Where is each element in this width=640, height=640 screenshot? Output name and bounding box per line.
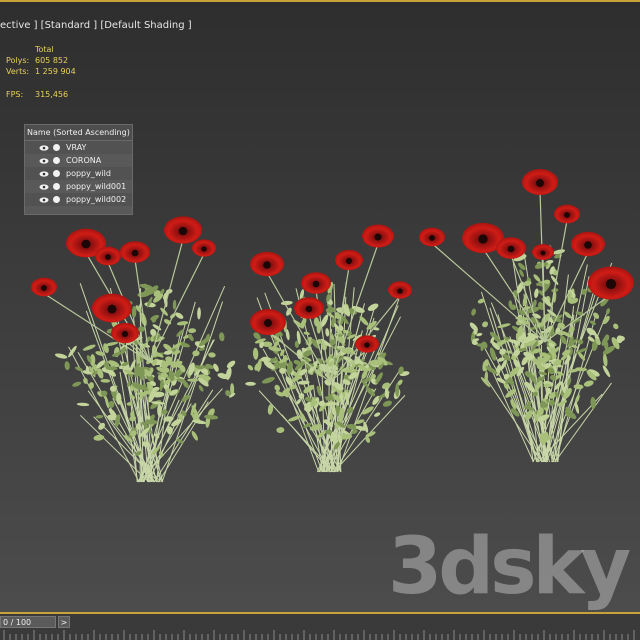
fps-label: FPS: xyxy=(6,90,24,99)
layer-item-label: CORONA xyxy=(66,156,102,165)
render-toggle-icon[interactable] xyxy=(53,157,60,164)
fps-value: 315,456 xyxy=(35,90,69,99)
layer-item[interactable]: CORONA xyxy=(25,154,132,167)
layer-item-label: VRAY xyxy=(66,143,87,152)
eye-icon[interactable] xyxy=(39,157,49,164)
time-slider-bar: 0 / 100 > xyxy=(0,612,640,640)
layer-item-label: poppy_wild002 xyxy=(66,195,127,204)
render-toggle-icon[interactable] xyxy=(53,144,60,151)
statistics-overlay: Total Polys: 605 852 Verts: 1 259 904 FPS:… xyxy=(6,44,76,100)
render-toggle-icon[interactable] xyxy=(53,183,60,190)
layer-item[interactable]: poppy_wild001 xyxy=(25,180,132,193)
next-frame-button[interactable]: > xyxy=(58,616,70,628)
render-toggle-icon[interactable] xyxy=(53,170,60,177)
poppy-bush-left xyxy=(54,283,236,483)
time-slider[interactable]: 0 / 100 xyxy=(0,616,56,628)
viewport[interactable]: ective ] [Standard ] [Default Shading ] … xyxy=(0,0,640,612)
eye-icon[interactable] xyxy=(39,170,49,177)
layer-explorer: Name (Sorted Ascending) VRAY CORONA poppy_… xyxy=(24,124,133,215)
layer-item-label: poppy_wild001 xyxy=(66,182,127,191)
stats-header: Total xyxy=(35,45,54,54)
eye-icon[interactable] xyxy=(39,196,49,203)
verts-value: 1 259 904 xyxy=(35,67,76,76)
layer-explorer-header[interactable]: Name (Sorted Ascending) xyxy=(25,125,132,141)
layer-item[interactable]: VRAY xyxy=(25,141,132,154)
viewport-label[interactable]: ective ] [Standard ] [Default Shading ] xyxy=(0,20,192,31)
watermark: 3dsky xyxy=(388,522,631,612)
verts-label: Verts: xyxy=(6,67,30,76)
timeline-ruler[interactable] xyxy=(0,630,640,640)
polys-value: 605 852 xyxy=(35,56,69,65)
layer-item[interactable]: poppy_wild002 xyxy=(25,193,132,206)
layer-item-label: poppy_wild xyxy=(66,169,111,178)
eye-icon[interactable] xyxy=(39,183,49,190)
eye-icon[interactable] xyxy=(39,144,49,151)
render-toggle-icon[interactable] xyxy=(53,196,60,203)
polys-label: Polys: xyxy=(6,56,30,65)
layer-item[interactable]: poppy_wild xyxy=(25,167,132,180)
